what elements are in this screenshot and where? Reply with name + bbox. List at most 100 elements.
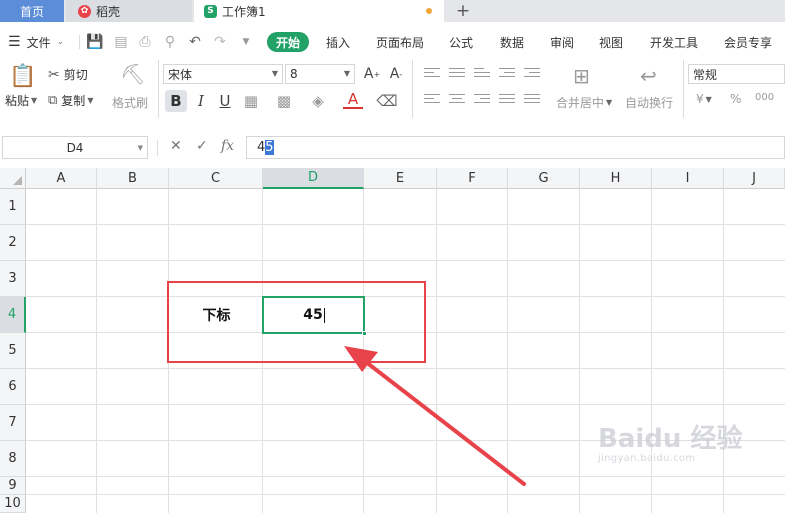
- tab-developer[interactable]: 开发工具: [650, 29, 698, 55]
- align-top-icon[interactable]: [424, 68, 440, 82]
- column-header-g[interactable]: G: [508, 168, 580, 189]
- ribbon: 📋 粘贴 ▼ ✂ 剪切 ⧉ 复制 ▼ ⛏ 格式刷 宋体 ▼ 8 ▼ A + A- B …: [0, 58, 785, 122]
- wrap-text-button[interactable]: 自动换行: [625, 94, 673, 111]
- formula-input[interactable]: 45: [246, 136, 785, 159]
- align-right-icon[interactable]: [474, 94, 490, 108]
- print-icon[interactable]: ⎙: [137, 34, 153, 50]
- align-middle-icon[interactable]: [449, 68, 465, 82]
- tab-page-layout[interactable]: 页面布局: [376, 29, 424, 55]
- border-icon[interactable]: ▦: [241, 91, 261, 111]
- baidu-watermark: Baidu 经验 jingyan.baidu.com: [598, 418, 742, 464]
- format-painter-icon[interactable]: ⛏: [120, 62, 145, 86]
- align-center-icon[interactable]: [449, 94, 465, 108]
- brush-icon: ⛏: [120, 62, 146, 86]
- justify-icon[interactable]: [499, 94, 515, 108]
- cancel-icon[interactable]: ✕: [170, 138, 182, 154]
- align-bottom-icon[interactable]: [474, 68, 490, 82]
- tab-workbook[interactable]: S 工作簿1: [194, 0, 444, 22]
- column-header-e[interactable]: E: [364, 168, 437, 189]
- menu-bar: ☰ 文件 ⌄ 💾 ▤ ⎙ ⚲ ↶ ↷ ▼ 开始 插入 页面布局 公式 数据 审阅…: [0, 29, 785, 55]
- fill-color-icon[interactable]: ◈: [308, 91, 328, 111]
- export-icon[interactable]: ▤: [113, 34, 129, 50]
- column-header-d[interactable]: D: [263, 168, 364, 189]
- tab-view[interactable]: 视图: [599, 29, 623, 55]
- merge-center-button[interactable]: 合并居中 ▼: [556, 94, 612, 111]
- row-header-2[interactable]: 2: [0, 225, 26, 261]
- italic-button[interactable]: I: [191, 91, 211, 111]
- font-color-icon[interactable]: A: [343, 90, 363, 109]
- row-header-10[interactable]: 10: [0, 495, 26, 513]
- currency-button[interactable]: ¥ ▼: [696, 92, 712, 106]
- format-painter-button[interactable]: 格式刷: [112, 94, 148, 111]
- tab-data[interactable]: 数据: [500, 29, 524, 55]
- row-header-9[interactable]: 9: [0, 477, 26, 495]
- percent-icon[interactable]: %: [730, 92, 741, 106]
- tab-review-label: 审阅: [550, 35, 575, 50]
- grid-row-line: [26, 404, 785, 405]
- copy-button[interactable]: ⧉ 复制 ▼: [48, 92, 93, 109]
- number-format-value: 常规: [693, 67, 718, 82]
- cut-button[interactable]: ✂ 剪切: [48, 66, 88, 83]
- column-header-c[interactable]: C: [169, 168, 263, 189]
- watermark-url: jingyan.baidu.com: [598, 453, 696, 464]
- bold-button[interactable]: B: [165, 90, 187, 112]
- column-header-b[interactable]: B: [97, 168, 169, 189]
- wrap-icon[interactable]: ↩: [640, 64, 657, 88]
- align-left-icon[interactable]: [424, 94, 440, 108]
- number-format-select[interactable]: 常规: [688, 64, 785, 84]
- tab-formula[interactable]: 公式: [449, 29, 473, 55]
- tab-member[interactable]: 会员专享: [724, 29, 772, 55]
- increase-font-icon[interactable]: A +: [362, 64, 382, 84]
- paste-button[interactable]: 📋: [9, 64, 36, 89]
- column-header-a[interactable]: A: [26, 168, 97, 189]
- fx-icon[interactable]: fx: [221, 138, 234, 154]
- fill-style-icon[interactable]: ▩: [274, 91, 294, 111]
- save-icon[interactable]: 💾: [86, 34, 103, 50]
- column-header-i[interactable]: I: [652, 168, 724, 189]
- underline-button[interactable]: U: [215, 91, 235, 111]
- paste-dropdown[interactable]: 粘贴 ▼: [5, 92, 37, 109]
- undo-icon[interactable]: ↶: [187, 34, 203, 50]
- font-size-select[interactable]: 8 ▼: [285, 64, 355, 84]
- confirm-icon[interactable]: ✓: [196, 138, 208, 154]
- tab-daoke[interactable]: ✿ 稻壳: [66, 0, 192, 22]
- row-header-7[interactable]: 7: [0, 405, 26, 441]
- tab-home[interactable]: 首页: [0, 0, 64, 22]
- decrease-font-icon[interactable]: A-: [386, 64, 406, 84]
- row-header-4[interactable]: 4: [0, 297, 26, 333]
- indent-increase-icon[interactable]: [524, 68, 540, 82]
- chevron-down-icon: ⌄: [56, 37, 65, 47]
- grid-row-line: [26, 260, 785, 261]
- file-menu[interactable]: ☰ 文件 ⌄: [8, 29, 64, 55]
- tab-view-label: 视图: [599, 35, 624, 50]
- column-header-h[interactable]: H: [580, 168, 652, 189]
- font-name-value: 宋体: [168, 67, 193, 82]
- clear-format-icon[interactable]: ⌫: [376, 91, 397, 111]
- row-header-8[interactable]: 8: [0, 441, 26, 477]
- font-name-select[interactable]: 宋体 ▼: [163, 64, 283, 84]
- row-header-5[interactable]: 5: [0, 333, 26, 369]
- hamburger-icon: ☰: [8, 34, 21, 50]
- tab-start[interactable]: 开始: [267, 32, 310, 52]
- grid-row-line: [26, 224, 785, 225]
- chevron-down-icon: ▼: [31, 96, 38, 105]
- redo-icon[interactable]: ↷: [212, 34, 228, 50]
- row-header-1[interactable]: 1: [0, 189, 26, 225]
- customize-dropdown-icon[interactable]: ▼: [238, 34, 254, 50]
- column-header-j[interactable]: J: [724, 168, 785, 189]
- tab-review[interactable]: 审阅: [550, 29, 574, 55]
- grid-column-line: [651, 189, 652, 513]
- name-box[interactable]: D4 ▼: [2, 136, 148, 159]
- row-header-3[interactable]: 3: [0, 261, 26, 297]
- row-header-6[interactable]: 6: [0, 369, 26, 405]
- select-all-corner[interactable]: [0, 168, 26, 189]
- thousands-icon[interactable]: 000: [755, 92, 774, 103]
- column-header-f[interactable]: F: [437, 168, 508, 189]
- new-tab-plus-icon[interactable]: +: [454, 0, 472, 22]
- distribute-icon[interactable]: [524, 94, 540, 108]
- tab-insert[interactable]: 插入: [326, 29, 350, 55]
- merge-icon[interactable]: ⊞: [573, 64, 590, 88]
- divider: [157, 140, 158, 156]
- indent-decrease-icon[interactable]: [499, 68, 515, 82]
- preview-icon[interactable]: ⚲: [162, 34, 178, 50]
